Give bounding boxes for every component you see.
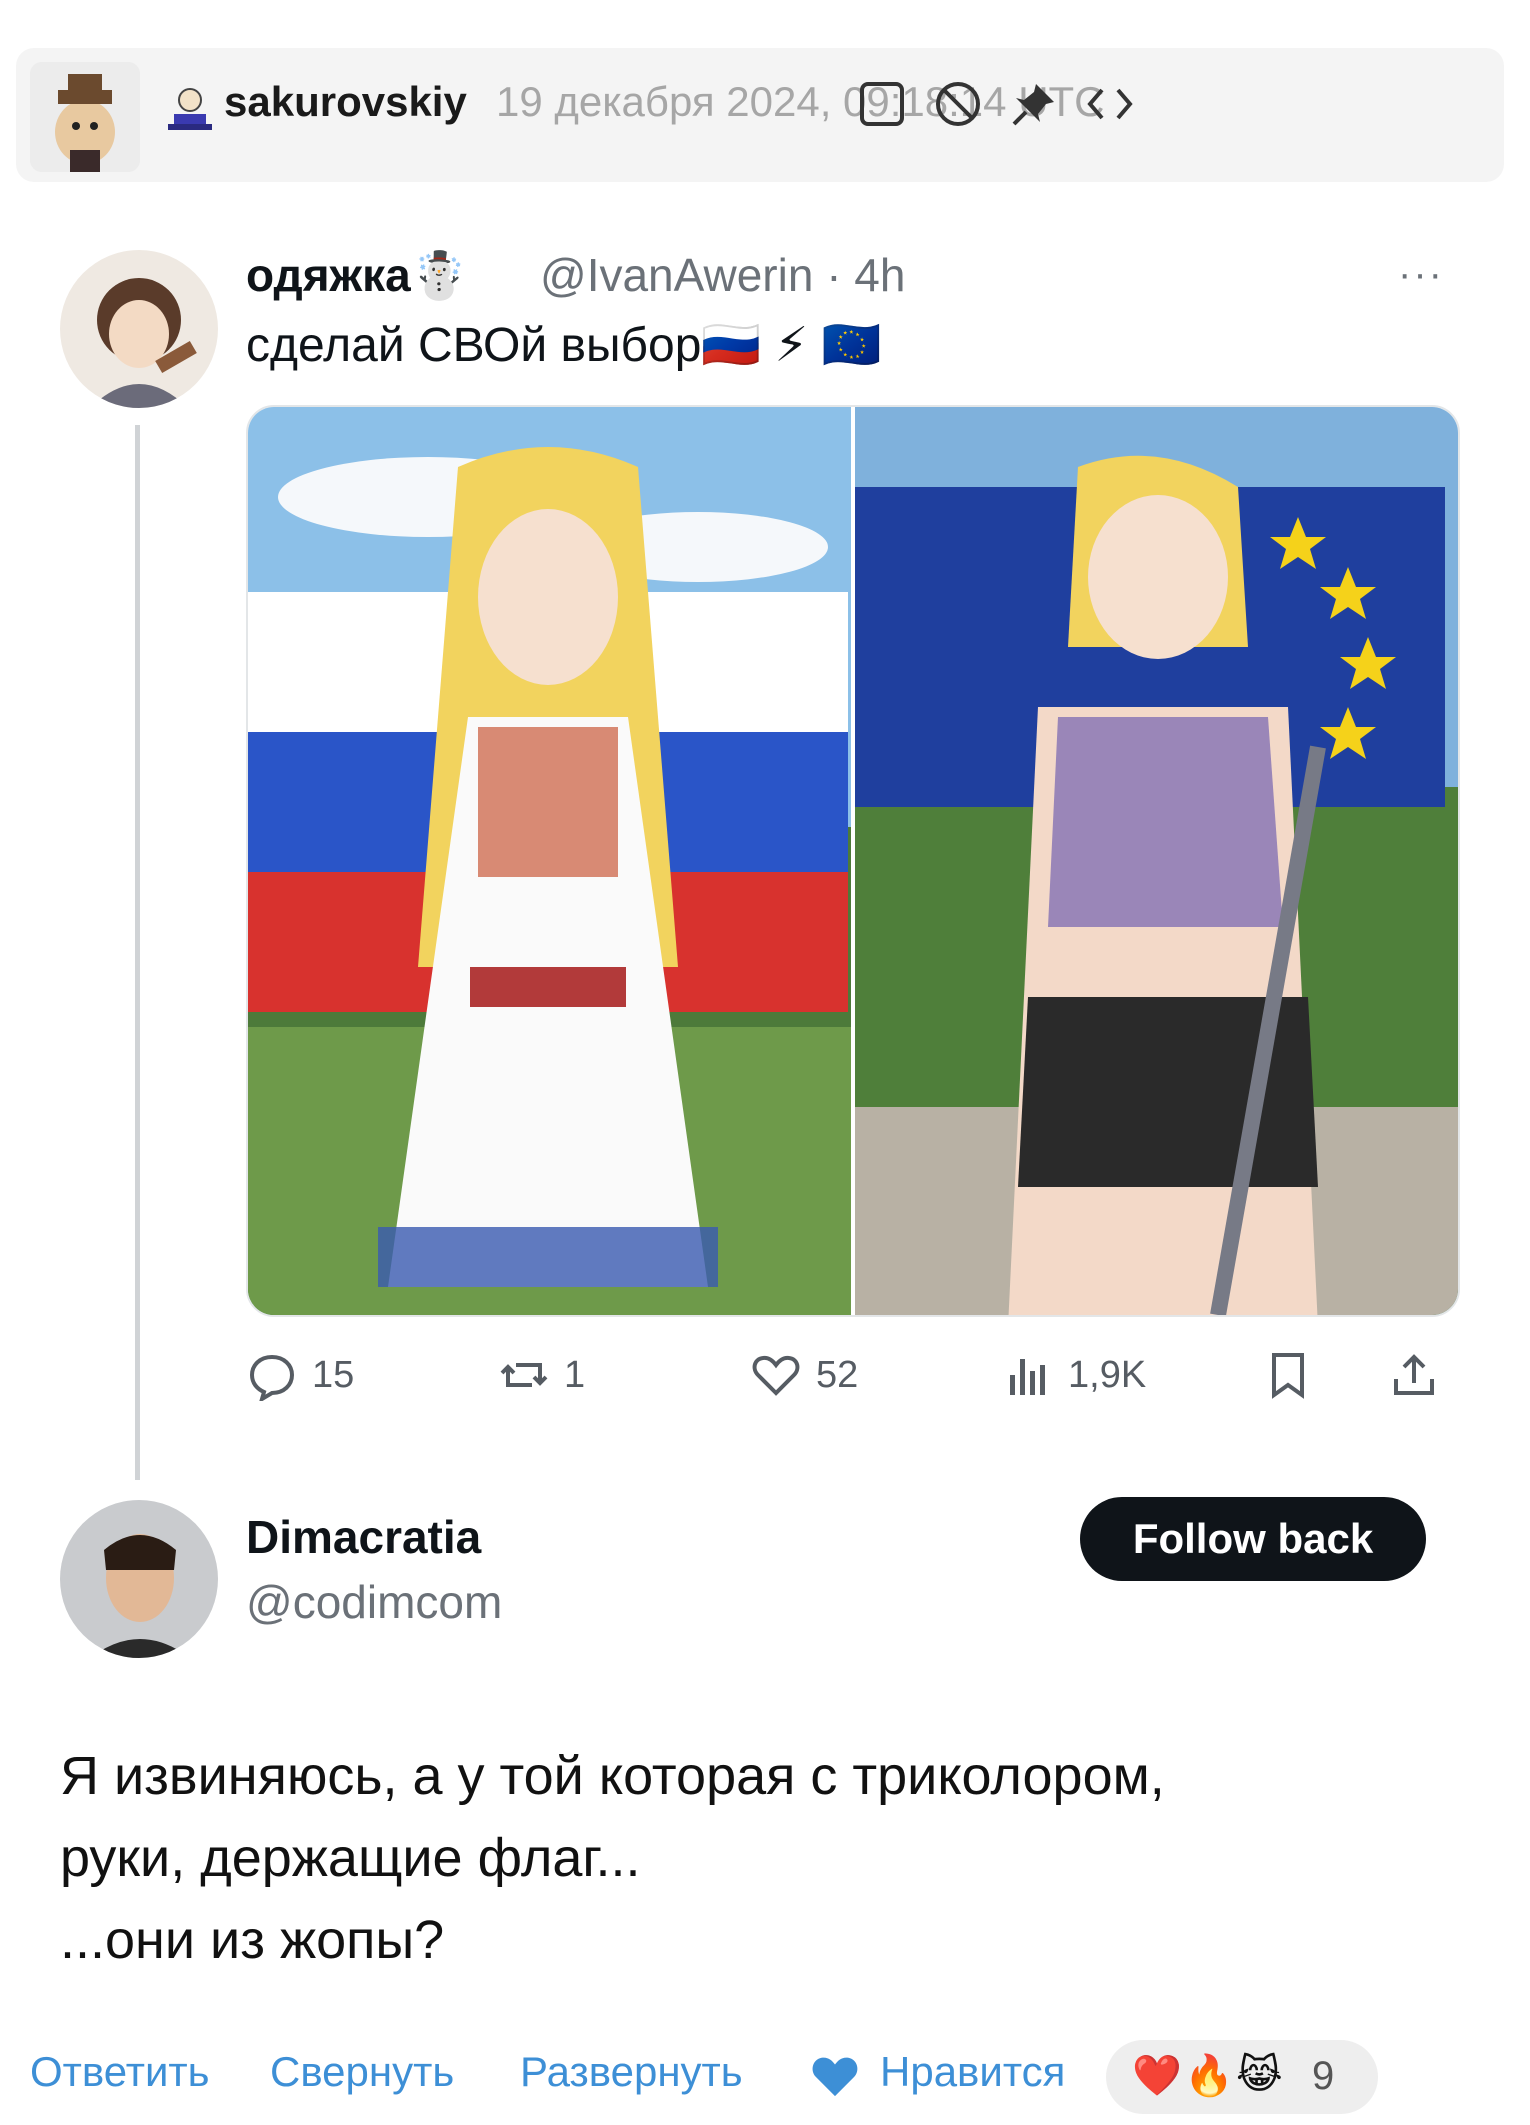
comment-header: sakurovskiy 19 декабря 2024, 09:18:14 UT… (16, 48, 1504, 182)
comment-footer: Ответить Свернуть Развернуть Нравится ❤️… (0, 2040, 1530, 2125)
reply-link[interactable]: Ответить (30, 2048, 210, 2096)
reply-author-avatar[interactable] (60, 1500, 218, 1658)
comment-text: Я извиняюсь, а у той которая с триколоро… (60, 1735, 1165, 1981)
reply-action[interactable]: 15 (246, 1345, 354, 1405)
retweet-count: 1 (564, 1353, 586, 1396)
like-action[interactable]: 52 (750, 1345, 858, 1405)
tweet-actions: 15 1 52 1,9K (246, 1345, 1456, 1405)
retweet-icon (500, 1363, 548, 1387)
retweet-action[interactable]: 1 (498, 1345, 585, 1405)
bookmark-action[interactable] (1262, 1345, 1328, 1405)
share-action[interactable] (1388, 1345, 1454, 1405)
collapse-link[interactable]: Свернуть (270, 2048, 454, 2096)
follow-back-button[interactable]: Follow back (1080, 1497, 1426, 1581)
reply-author-handle[interactable]: @codimcom (246, 1575, 502, 1629)
like-heart-icon[interactable] (810, 2052, 860, 2098)
like-count: 52 (816, 1353, 859, 1396)
reactions-summary[interactable]: ❤️ 🔥 😹 9 (1106, 2040, 1378, 2114)
views-count: 1,9K (1068, 1353, 1147, 1396)
like-link[interactable]: Нравится (880, 2048, 1065, 2096)
share-icon (1394, 1354, 1434, 1395)
views-action[interactable]: 1,9K (1002, 1345, 1146, 1405)
heart-reaction-icon: ❤️ (1132, 2054, 1182, 2098)
bookmark-icon (1272, 1353, 1304, 1399)
tweet-author-handle[interactable]: @IvanAwerin · 4h (540, 248, 905, 302)
laugh-reaction-icon: 😹 (1236, 2053, 1283, 2097)
more-options-icon[interactable]: ··· (1398, 252, 1444, 297)
expand-link[interactable]: Развернуть (520, 2048, 743, 2096)
checkbox-icon[interactable] (854, 76, 910, 132)
heart-icon (752, 1355, 800, 1396)
thread-line (135, 425, 140, 1480)
code-icon[interactable] (1082, 76, 1138, 132)
reaction-count: 9 (1312, 2054, 1335, 2098)
views-icon (1010, 1359, 1045, 1395)
reply-icon (249, 1354, 295, 1401)
fire-reaction-icon: 🔥 (1184, 2054, 1234, 2098)
tweet-text: сделай СВОй выбор🇷🇺 ⚡ 🇪🇺 (246, 319, 882, 372)
reply-count: 15 (312, 1353, 355, 1396)
reply-author-name[interactable]: Dimacratia (246, 1510, 481, 1564)
pin-icon[interactable] (1006, 76, 1062, 132)
tweet-author-name[interactable]: одяжка☃️ (246, 248, 468, 303)
comment-line: руки, держащие флаг... (60, 1828, 641, 1888)
comment-line: ...они из жопы? (60, 1910, 445, 1970)
block-icon[interactable] (930, 76, 986, 132)
user-rank-icon (164, 82, 216, 134)
tweet-author-avatar[interactable] (60, 250, 218, 408)
comment-line: Я извиняюсь, а у той которая с триколоро… (60, 1746, 1165, 1806)
user-avatar[interactable] (30, 62, 140, 172)
tweet-image[interactable] (246, 405, 1460, 1317)
username[interactable]: sakurovskiy (224, 78, 467, 126)
